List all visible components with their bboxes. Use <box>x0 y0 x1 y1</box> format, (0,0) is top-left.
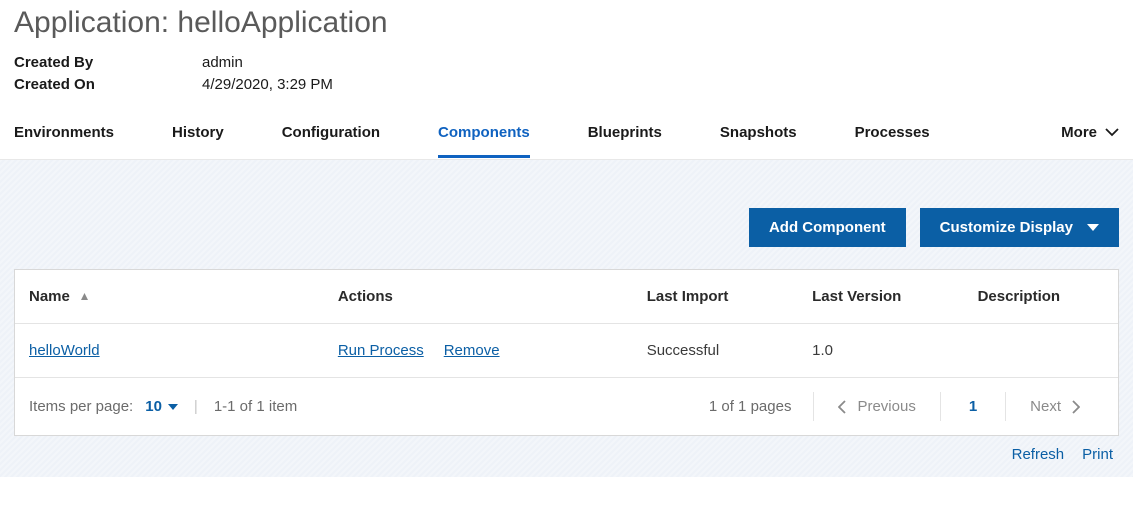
print-link[interactable]: Print <box>1082 446 1113 463</box>
triangle-down-icon <box>1087 224 1099 231</box>
pager-next-button[interactable]: Next <box>1005 392 1104 421</box>
customize-display-label: Customize Display <box>940 219 1073 236</box>
col-description[interactable]: Description <box>964 270 1118 324</box>
customize-display-button[interactable]: Customize Display <box>920 208 1119 247</box>
page-title: Application: helloApplication <box>0 0 1133 52</box>
component-name-link[interactable]: helloWorld <box>29 342 100 359</box>
col-last-version[interactable]: Last Version <box>798 270 963 324</box>
tab-configuration[interactable]: Configuration <box>282 114 380 158</box>
meta-row-created-on: Created On 4/29/2020, 3:29 PM <box>14 74 1119 96</box>
items-per-page-select[interactable]: 10 <box>145 398 178 415</box>
content-panel: Add Component Customize Display Name Act… <box>0 159 1133 478</box>
chevron-right-icon <box>1071 400 1080 414</box>
tabs: Environments History Configuration Compo… <box>0 114 1133 159</box>
tab-snapshots[interactable]: Snapshots <box>720 114 797 158</box>
chevron-down-icon <box>1105 128 1119 137</box>
pager-prev-button[interactable]: Previous <box>813 392 939 421</box>
tab-history[interactable]: History <box>172 114 224 158</box>
footer-links: Refresh Print <box>14 446 1119 463</box>
row-actions: Run Process Remove <box>338 342 619 359</box>
meta-value: admin <box>202 52 243 74</box>
caret-down-icon <box>168 404 178 410</box>
pager-current-page[interactable]: 1 <box>940 392 1005 421</box>
meta-row-created-by: Created By admin <box>14 52 1119 74</box>
pager-range: 1-1 of 1 item <box>214 398 297 415</box>
cell-description <box>964 324 1118 378</box>
remove-link[interactable]: Remove <box>444 342 500 359</box>
pager: Items per page: 10 | 1-1 of 1 item 1 of … <box>15 378 1118 435</box>
components-table: Name Actions Last Import Last Version De… <box>14 269 1119 437</box>
table-header-row: Name Actions Last Import Last Version De… <box>15 270 1118 324</box>
table-row: helloWorld Run Process Remove Successful… <box>15 324 1118 378</box>
refresh-link[interactable]: Refresh <box>1012 446 1065 463</box>
cell-last-version: 1.0 <box>798 324 963 378</box>
meta-block: Created By admin Created On 4/29/2020, 3… <box>0 52 1133 114</box>
meta-label: Created On <box>14 74 202 96</box>
pager-pages-of: 1 of 1 pages <box>709 398 792 415</box>
meta-value: 4/29/2020, 3:29 PM <box>202 74 333 96</box>
col-name-label: Name <box>29 288 70 305</box>
chevron-left-icon <box>838 400 847 414</box>
pager-prev-label: Previous <box>857 398 915 415</box>
sort-asc-icon <box>80 288 89 305</box>
col-actions[interactable]: Actions <box>324 270 633 324</box>
items-per-page-label: Items per page: <box>29 398 133 415</box>
col-last-import[interactable]: Last Import <box>633 270 798 324</box>
pager-divider: | <box>194 398 198 415</box>
add-component-button[interactable]: Add Component <box>749 208 906 247</box>
tab-processes[interactable]: Processes <box>855 114 930 158</box>
run-process-link[interactable]: Run Process <box>338 342 424 359</box>
cell-last-import: Successful <box>633 324 798 378</box>
pager-next-label: Next <box>1030 398 1061 415</box>
tab-blueprints[interactable]: Blueprints <box>588 114 662 158</box>
pager-nav: Previous 1 Next <box>813 392 1104 421</box>
tab-components[interactable]: Components <box>438 114 530 158</box>
meta-label: Created By <box>14 52 202 74</box>
add-component-label: Add Component <box>769 219 886 236</box>
tab-more[interactable]: More <box>1061 114 1119 158</box>
col-name[interactable]: Name <box>15 270 324 324</box>
items-per-page-value: 10 <box>145 398 162 415</box>
toolbar: Add Component Customize Display <box>14 208 1119 247</box>
tab-environments[interactable]: Environments <box>14 114 114 158</box>
tab-more-label: More <box>1061 124 1097 141</box>
